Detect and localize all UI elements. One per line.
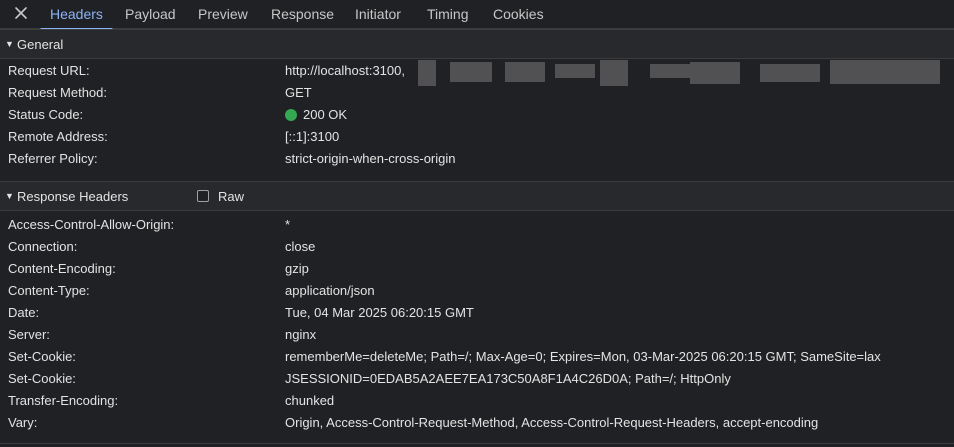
tab-response[interactable]: Response bbox=[271, 0, 334, 29]
header-key: Transfer-Encoding: bbox=[8, 393, 119, 408]
header-key: Remote Address: bbox=[8, 129, 108, 144]
header-key: Referrer Policy: bbox=[8, 151, 98, 166]
redaction-block bbox=[505, 62, 545, 82]
header-value[interactable]: GET bbox=[285, 85, 312, 100]
response-header-row: Transfer-Encoding: chunked bbox=[0, 390, 954, 412]
header-key: Content-Type: bbox=[8, 283, 90, 298]
response-header-row: Connection: close bbox=[0, 236, 954, 258]
status-ok-icon bbox=[285, 109, 297, 121]
redaction-block bbox=[690, 62, 740, 84]
header-key: Connection: bbox=[8, 239, 78, 254]
general-row-status-code: Status Code: 200 OK bbox=[0, 104, 954, 126]
header-key: Access-Control-Allow-Origin: bbox=[8, 217, 175, 232]
response-header-row: Date: Tue, 04 Mar 2025 06:20:15 GMT bbox=[0, 302, 954, 324]
header-key: Set-Cookie: bbox=[8, 371, 76, 386]
tab-preview[interactable]: Preview bbox=[198, 0, 248, 29]
response-header-row: Set-Cookie: rememberMe=deleteMe; Path=/;… bbox=[0, 346, 954, 368]
header-key: Set-Cookie: bbox=[8, 349, 76, 364]
header-value[interactable]: Origin, Access-Control-Request-Method, A… bbox=[285, 415, 818, 430]
collapse-triangle-icon: ▼ bbox=[5, 191, 14, 201]
header-value[interactable]: rememberMe=deleteMe; Path=/; Max-Age=0; … bbox=[285, 349, 881, 364]
redaction-block bbox=[650, 64, 690, 78]
response-headers-title: Response Headers bbox=[17, 189, 129, 204]
header-value[interactable]: * bbox=[285, 217, 290, 232]
divider bbox=[0, 443, 954, 444]
redaction-block bbox=[555, 64, 595, 78]
response-headers-section-header[interactable]: ▼ Response Headers Raw bbox=[0, 181, 954, 211]
response-header-row: Vary: Origin, Access-Control-Request-Met… bbox=[0, 412, 954, 434]
header-value[interactable]: close bbox=[285, 239, 315, 254]
response-header-row: Server: nginx bbox=[0, 324, 954, 346]
general-row-request-method: Request Method: GET bbox=[0, 82, 954, 104]
header-key: Content-Encoding: bbox=[8, 261, 116, 276]
header-value[interactable]: JSESSIONID=0EDAB5A2AEE7EA173C50A8F1A4C26… bbox=[285, 371, 731, 386]
header-key: Date: bbox=[8, 305, 40, 320]
header-key: Request Method: bbox=[8, 85, 108, 100]
tab-payload[interactable]: Payload bbox=[125, 0, 176, 29]
general-row-referrer-policy: Referrer Policy: strict-origin-when-cros… bbox=[0, 148, 954, 170]
general-section-header[interactable]: ▼ General bbox=[0, 29, 954, 59]
tab-timing[interactable]: Timing bbox=[427, 0, 469, 29]
raw-label[interactable]: Raw bbox=[218, 189, 244, 204]
close-icon[interactable] bbox=[12, 4, 30, 22]
raw-checkbox[interactable] bbox=[197, 190, 209, 202]
header-value[interactable]: nginx bbox=[285, 327, 316, 342]
header-key: Status Code: bbox=[8, 107, 84, 122]
header-value[interactable]: application/json bbox=[285, 283, 375, 298]
tab-initiator[interactable]: Initiator bbox=[355, 0, 401, 29]
status-value[interactable]: 200 OK bbox=[285, 107, 347, 122]
header-value[interactable]: strict-origin-when-cross-origin bbox=[285, 151, 456, 166]
response-header-row: Content-Encoding: gzip bbox=[0, 258, 954, 280]
header-value[interactable]: Tue, 04 Mar 2025 06:20:15 GMT bbox=[285, 305, 474, 320]
tab-headers[interactable]: Headers bbox=[40, 0, 113, 30]
redaction-block bbox=[760, 64, 820, 82]
redaction-block bbox=[450, 62, 492, 82]
header-key: Vary: bbox=[8, 415, 38, 430]
general-section-title: General bbox=[17, 37, 64, 52]
header-value[interactable]: [::1]:3100 bbox=[285, 129, 339, 144]
header-key: Request URL: bbox=[8, 63, 90, 78]
header-value[interactable]: chunked bbox=[285, 393, 334, 408]
header-value: 200 OK bbox=[303, 107, 348, 122]
redaction-block bbox=[830, 60, 940, 84]
header-value[interactable]: gzip bbox=[285, 261, 309, 276]
response-header-row: Set-Cookie: JSESSIONID=0EDAB5A2AEE7EA173… bbox=[0, 368, 954, 390]
collapse-triangle-icon: ▼ bbox=[5, 39, 14, 49]
general-row-remote-address: Remote Address: [::1]:3100 bbox=[0, 126, 954, 148]
tab-bar: Headers Payload Preview Response Initiat… bbox=[0, 0, 954, 30]
tab-cookies[interactable]: Cookies bbox=[493, 0, 544, 29]
header-value[interactable]: http://localhost:3100, bbox=[285, 63, 405, 78]
header-key: Server: bbox=[8, 327, 50, 342]
response-header-row: Content-Type: application/json bbox=[0, 280, 954, 302]
response-header-row: Access-Control-Allow-Origin: * bbox=[0, 214, 954, 236]
